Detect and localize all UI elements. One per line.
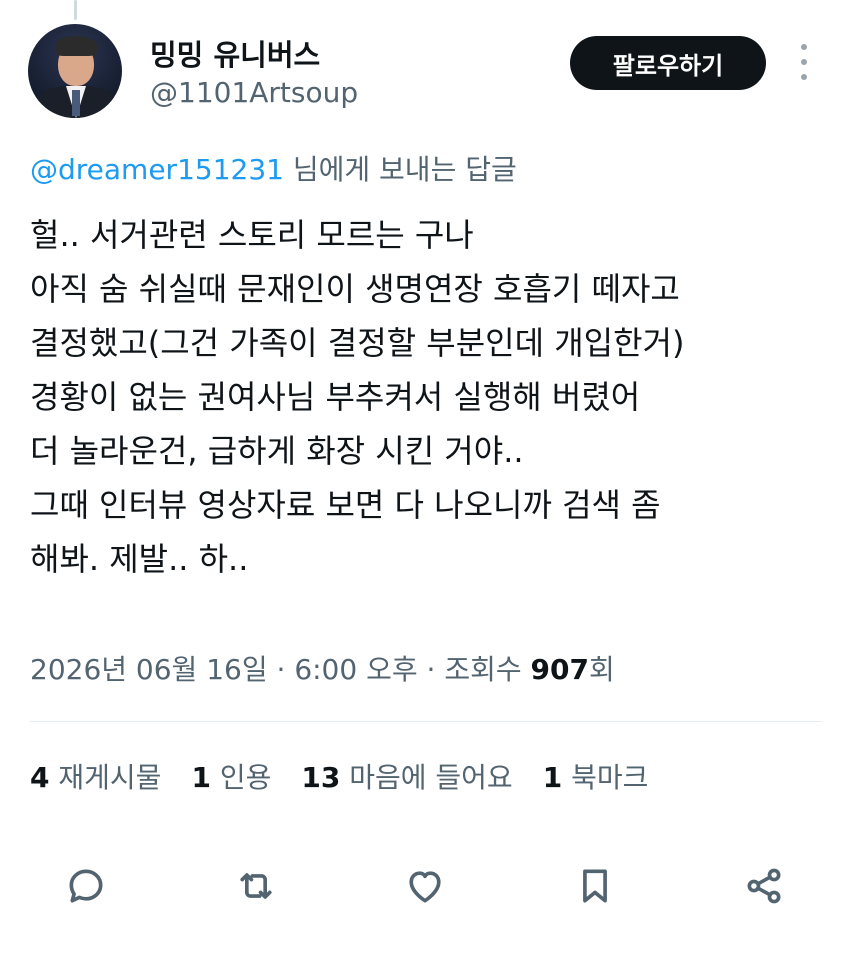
tweet-date[interactable]: 2026년 06월 16일 <box>30 653 268 686</box>
more-icon[interactable] <box>800 44 808 80</box>
views-label: 조회수 <box>444 653 531 686</box>
stat-bookmarks[interactable]: 1 북마크 <box>543 756 649 796</box>
stat-label: 재게시물 <box>58 761 162 794</box>
engagement-stats: 4 재게시물 1 인용 13 마음에 들어요 1 북마크 <box>30 756 678 796</box>
avatar[interactable] <box>28 24 122 118</box>
stat-label: 마음에 들어요 <box>349 761 513 794</box>
bookmark-button[interactable] <box>567 858 623 914</box>
tweet-line: 헐.. 서거관련 스토리 모르는 구나 <box>30 216 474 254</box>
reply-mention-link[interactable]: @dreamer151231 <box>30 153 284 186</box>
reply-icon <box>69 869 103 903</box>
more-dot <box>801 74 807 80</box>
views-count[interactable]: 907 <box>531 653 589 686</box>
tweet-time[interactable]: 6:00 오후 <box>294 653 417 686</box>
heart-icon <box>409 871 441 903</box>
reply-suffix-text: 님에게 보내는 답글 <box>283 153 517 186</box>
views-suffix: 회 <box>588 653 615 686</box>
stat-quotes[interactable]: 1 인용 <box>191 756 271 796</box>
tweet-text: 헐.. 서거관련 스토리 모르는 구나 아직 숨 쉬실때 문재인이 생명연장 호… <box>30 208 830 586</box>
divider <box>30 721 822 722</box>
stat-count: 13 <box>301 761 341 794</box>
stat-likes[interactable]: 13 마음에 들어요 <box>301 756 512 796</box>
display-name[interactable]: 밍밍 유니버스 <box>150 32 320 74</box>
stat-label: 북마크 <box>571 761 649 794</box>
stat-count: 4 <box>30 761 50 794</box>
more-dot <box>801 59 807 65</box>
retweet-button[interactable] <box>228 858 284 914</box>
meta-separator: · <box>267 653 295 686</box>
tweet-line: 그때 인터뷰 영상자료 보면 다 나오니까 검색 좀 <box>30 486 661 524</box>
share-icon <box>747 868 781 904</box>
thread-connector-line <box>74 0 77 20</box>
stat-count: 1 <box>542 761 563 794</box>
share-button[interactable] <box>736 858 792 914</box>
tweet-meta: 2026년 06월 16일 · 6:00 오후 · 조회수 907회 <box>30 648 615 688</box>
retweet-icon <box>240 873 272 899</box>
more-dot <box>801 44 807 50</box>
tweet-line: 더 놀라운건, 급하게 화장 시킨 거야.. <box>30 432 524 470</box>
stat-label: 인용 <box>219 761 272 794</box>
tweet-line: 아직 숨 쉬실때 문재인이 생명연장 호흡기 떼자고 <box>30 270 680 308</box>
stat-count: 1 <box>191 761 211 794</box>
like-button[interactable] <box>397 858 453 914</box>
follow-button[interactable]: 팔로우하기 <box>570 36 766 90</box>
stat-retweets[interactable]: 4 재게시물 <box>30 756 161 796</box>
tweet-line: 결정했고(그건 가족이 결정할 부분인데 개입한거) <box>30 324 685 362</box>
bookmark-icon <box>583 869 607 903</box>
avatar-tie <box>72 90 80 116</box>
reply-button[interactable] <box>58 858 114 914</box>
action-bar <box>0 858 850 914</box>
tweet-line: 경황이 없는 권여사님 부추켜서 실행해 버렸어 <box>30 378 641 416</box>
tweet-line: 해봐. 제발.. 하.. <box>30 540 249 578</box>
user-handle[interactable]: @1101Artsoup <box>150 76 358 109</box>
avatar-hair <box>55 36 97 56</box>
replying-to-line: @dreamer151231 님에게 보내는 답글 <box>30 148 517 188</box>
meta-separator: · <box>417 653 445 686</box>
